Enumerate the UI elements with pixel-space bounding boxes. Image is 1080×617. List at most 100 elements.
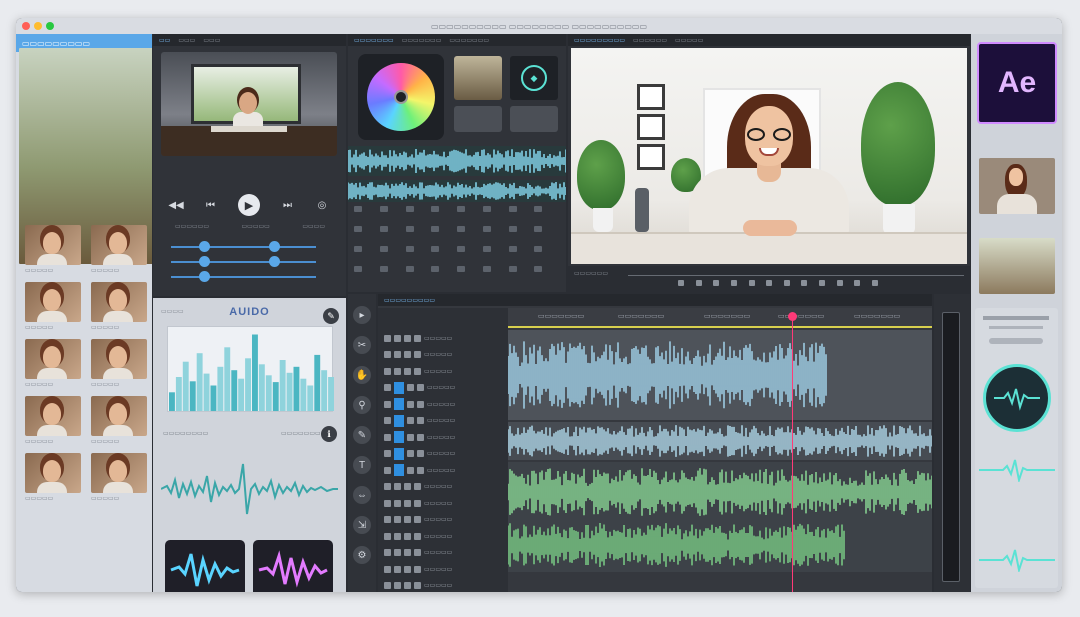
slider-knob[interactable] xyxy=(199,256,210,267)
visibility-icon[interactable] xyxy=(384,565,391,573)
lock-icon[interactable] xyxy=(394,565,401,573)
media-thumbnail[interactable]: ▭▭▭▭▭ xyxy=(91,453,147,502)
skip-forward-icon[interactable]: ⏭ xyxy=(281,198,295,212)
track-header[interactable]: ▭▭▭▭▭ xyxy=(380,446,506,462)
audio-waveform-strip[interactable] xyxy=(348,180,566,202)
media-thumbnail[interactable]: ▭▭▭▭▭ xyxy=(25,339,81,388)
effect-parameter-control[interactable] xyxy=(534,246,543,252)
media-thumbnail[interactable]: ▭▭▭▭▭ xyxy=(91,339,147,388)
visibility-icon[interactable] xyxy=(384,334,391,342)
lock-icon[interactable] xyxy=(394,334,401,342)
close-window-button[interactable] xyxy=(22,22,30,30)
effect-parameter-control[interactable] xyxy=(431,246,440,252)
step-back-icon[interactable]: ◀◀ xyxy=(168,198,183,212)
media-thumbnail[interactable]: ▭▭▭▭▭ xyxy=(91,282,147,331)
visibility-icon[interactable] xyxy=(384,499,391,507)
zoom-window-button[interactable] xyxy=(46,22,54,30)
effect-parameter-control[interactable] xyxy=(431,226,440,232)
hand-tool-icon[interactable]: ✋ xyxy=(353,366,371,384)
mute-icon[interactable] xyxy=(404,334,411,342)
lock-icon[interactable] xyxy=(394,582,401,589)
mute-icon[interactable] xyxy=(407,450,414,457)
mute-icon[interactable] xyxy=(404,499,411,507)
ae-scene-thumbnail[interactable] xyxy=(979,238,1055,294)
media-thumbnail[interactable]: ▭▭▭▭▭ xyxy=(25,225,81,274)
visibility-icon[interactable] xyxy=(384,433,391,441)
clip-thumbnail[interactable] xyxy=(510,106,558,132)
mute-icon[interactable] xyxy=(407,466,414,474)
viewer-control-button[interactable] xyxy=(695,280,702,286)
edit-pencil-icon[interactable]: ✎ xyxy=(323,308,339,324)
track-header[interactable]: ▭▭▭▭▭ xyxy=(380,561,506,577)
settings-icon[interactable]: ⚙ xyxy=(353,546,371,564)
effect-parameter-control[interactable] xyxy=(508,206,517,212)
audio-track-lane[interactable] xyxy=(507,422,932,460)
effect-parameter-control[interactable] xyxy=(482,246,491,252)
level-slider-3[interactable] xyxy=(171,271,316,282)
slider-knob[interactable] xyxy=(199,271,210,282)
mute-icon[interactable] xyxy=(404,351,411,358)
solo-icon[interactable] xyxy=(414,532,421,540)
viewer-control-button[interactable] xyxy=(871,280,878,286)
text-tool-icon[interactable]: T xyxy=(353,456,371,474)
ripple-tool-icon[interactable]: ⇲ xyxy=(353,516,371,534)
effect-parameter-control[interactable] xyxy=(482,206,491,212)
track-header[interactable]: ▭▭▭▭▭ xyxy=(380,495,506,511)
lock-icon[interactable] xyxy=(394,532,401,540)
solo-icon[interactable] xyxy=(417,450,424,457)
effect-parameter-control[interactable] xyxy=(379,206,388,212)
track-target-toggle[interactable] xyxy=(394,431,404,443)
track-header[interactable]: ▭▭▭▭▭ xyxy=(380,545,506,561)
effect-parameter-control[interactable] xyxy=(457,246,465,252)
minimize-window-button[interactable] xyxy=(34,22,42,30)
mute-icon[interactable] xyxy=(404,367,411,375)
effect-parameter-control[interactable] xyxy=(534,266,543,272)
tab-audio[interactable]: ▭▭▭▭▭▭▭ xyxy=(402,37,442,44)
effect-parameter-control[interactable] xyxy=(508,226,517,232)
track-header[interactable]: ▭▭▭▭▭ xyxy=(380,528,506,544)
viewer-control-button[interactable] xyxy=(730,280,737,286)
lock-icon[interactable] xyxy=(394,351,401,358)
solo-icon[interactable] xyxy=(414,499,421,507)
level-slider-2[interactable] xyxy=(171,256,316,267)
solo-icon[interactable] xyxy=(414,351,421,358)
track-header[interactable]: ▭▭▭▭▭ xyxy=(380,413,506,429)
effect-parameter-control[interactable] xyxy=(508,246,517,252)
visibility-icon[interactable] xyxy=(384,516,391,523)
track-header[interactable]: ▭▭▭▭▭ xyxy=(380,380,506,396)
lock-icon[interactable] xyxy=(394,549,401,556)
media-thumbnail[interactable]: ▭▭▭▭▭ xyxy=(19,48,152,264)
program-video-frame[interactable] xyxy=(571,48,967,264)
track-target-toggle[interactable] xyxy=(394,381,404,394)
mute-icon[interactable] xyxy=(404,549,411,556)
effect-parameter-control[interactable] xyxy=(457,206,465,212)
ae-presenter-thumbnail[interactable] xyxy=(979,158,1055,214)
visibility-icon[interactable] xyxy=(384,450,391,457)
timeline-ruler[interactable]: ▭▭▭▭▭▭▭ ▭▭▭▭▭▭▭ ▭▭▭▭▭▭▭ ▭▭▭▭▭▭▭ ▭▭▭▭▭▭▭ xyxy=(508,308,932,328)
viewer-control-button[interactable] xyxy=(678,280,684,286)
solo-icon[interactable] xyxy=(417,417,424,424)
viewer-control-button[interactable] xyxy=(819,280,825,286)
audio-track-lane[interactable] xyxy=(507,330,932,420)
track-header[interactable]: ▭▭▭▭▭ xyxy=(380,462,506,478)
solo-icon[interactable] xyxy=(417,466,424,474)
track-target-toggle[interactable] xyxy=(394,398,404,410)
viewer-control-button[interactable] xyxy=(783,280,790,286)
level-slider-1[interactable] xyxy=(171,241,316,252)
effect-parameter-control[interactable] xyxy=(379,266,388,272)
effect-parameter-control[interactable] xyxy=(482,226,491,232)
visibility-icon[interactable] xyxy=(384,549,391,556)
effect-parameter-control[interactable] xyxy=(354,206,362,212)
lock-icon[interactable] xyxy=(394,499,401,507)
lock-icon[interactable] xyxy=(394,516,401,523)
effect-parameter-control[interactable] xyxy=(354,226,362,232)
mute-icon[interactable] xyxy=(407,400,414,408)
track-target-toggle[interactable] xyxy=(394,464,404,476)
playhead[interactable] xyxy=(788,312,797,592)
track-header[interactable]: ▭▭▭▭▭ xyxy=(380,578,506,593)
track-header[interactable]: ▭▭▭▭▭ xyxy=(380,429,506,445)
viewer-control-button[interactable] xyxy=(836,280,843,286)
viewer-control-button[interactable] xyxy=(801,280,808,286)
solo-icon[interactable] xyxy=(417,433,424,441)
track-header[interactable]: ▭▭▭▭▭ xyxy=(380,330,506,346)
